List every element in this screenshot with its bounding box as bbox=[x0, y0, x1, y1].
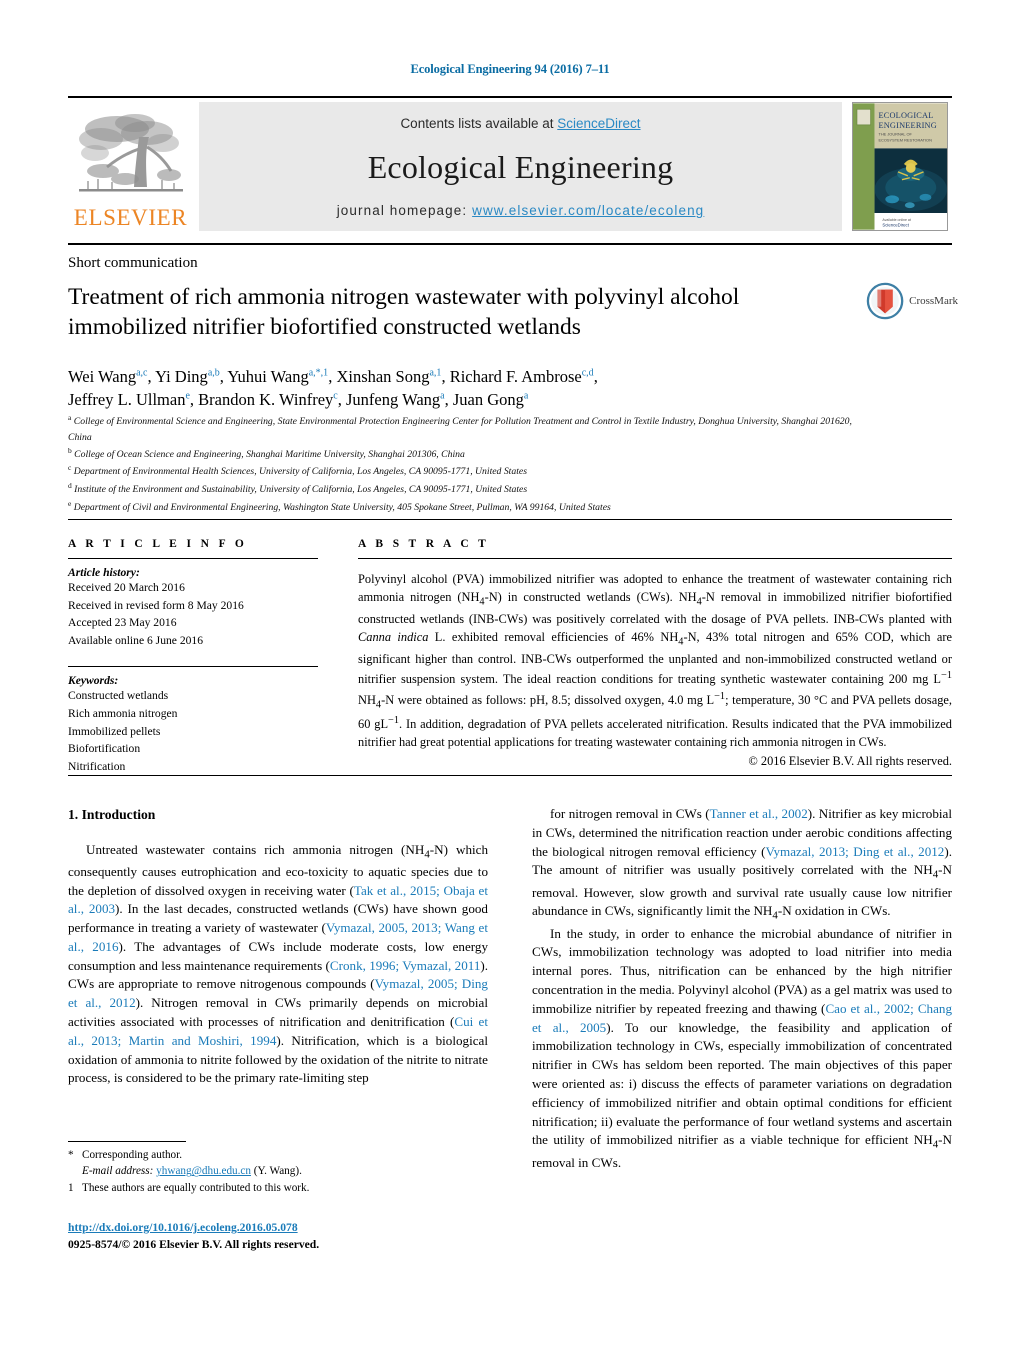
history-item: Received in revised form 8 May 2016 bbox=[68, 598, 244, 612]
footnote-equal-contribution: 1 These authors are equally contributed … bbox=[68, 1180, 488, 1196]
affiliation-item: a College of Environmental Science and E… bbox=[68, 413, 852, 443]
journal-homepage-line: journal homepage: www.elsevier.com/locat… bbox=[337, 203, 705, 218]
doi-link[interactable]: http://dx.doi.org/10.1016/j.ecoleng.2016… bbox=[68, 1221, 298, 1234]
paper-page: Ecological Engineering 94 (2016) 7–11 EL… bbox=[0, 0, 1020, 1351]
footnote-equal-text: These authors are equally contributed to… bbox=[82, 1181, 310, 1194]
keyword-item: Rich ammonia nitrogen bbox=[68, 707, 178, 721]
keyword-item: Constructed wetlands bbox=[68, 689, 169, 703]
footnote-corresponding-text: Corresponding author. bbox=[82, 1149, 183, 1161]
issn-copyright-line: 0925-8574/© 2016 Elsevier B.V. All right… bbox=[68, 1238, 320, 1252]
abstract-copyright: © 2016 Elsevier B.V. All rights reserved… bbox=[748, 754, 952, 769]
footnote-mark-one: 1 bbox=[68, 1181, 74, 1194]
footnote-corresponding: * Corresponding author. bbox=[68, 1147, 488, 1163]
article-info-rule bbox=[68, 558, 318, 559]
masthead-center: Contents lists available at ScienceDirec… bbox=[199, 102, 842, 231]
keywords-label: Keywords: bbox=[68, 674, 119, 688]
elsevier-tree-icon bbox=[78, 114, 183, 192]
history-item: Available online 6 June 2016 bbox=[68, 633, 204, 647]
history-item: Accepted 23 May 2016 bbox=[68, 616, 177, 630]
keyword-item: Biofortification bbox=[68, 742, 141, 756]
affiliation-item: d Institute of the Environment and Susta… bbox=[68, 481, 528, 496]
elsevier-wordmark: ELSEVIER bbox=[73, 205, 188, 230]
article-info-heading: A R T I C L E I N F O bbox=[68, 538, 248, 550]
journal-masthead: ELSEVIER Contents lists available at Sci… bbox=[68, 96, 952, 231]
sciencedirect-link[interactable]: ScienceDirect bbox=[557, 116, 640, 131]
crossmark-label: CrossMark bbox=[909, 295, 958, 307]
svg-text:Available online at: Available online at bbox=[882, 218, 910, 222]
email-suffix: (Y. Wang). bbox=[253, 1165, 302, 1178]
article-history-label: Article history: bbox=[68, 566, 140, 579]
elsevier-logo: ELSEVIER bbox=[68, 102, 193, 231]
history-item: Received 20 March 2016 bbox=[68, 581, 185, 594]
footnote-rule bbox=[68, 1141, 186, 1142]
info-band-top-rule bbox=[68, 519, 952, 520]
body-paragraph: for nitrogen removal in CWs (Tanner et a… bbox=[532, 806, 952, 923]
crossmark-badge[interactable]: CrossMark bbox=[866, 278, 958, 324]
affiliation-list: a College of Environmental Science and E… bbox=[68, 412, 868, 515]
footnote-block: * Corresponding author. E-mail address: … bbox=[68, 1141, 488, 1196]
homepage-prefix: journal homepage: bbox=[336, 203, 473, 218]
svg-text:ENGINEERING: ENGINEERING bbox=[878, 121, 936, 130]
affiliation-item: b College of Ocean Science and Engineeri… bbox=[68, 445, 465, 461]
keywords-rule bbox=[68, 666, 318, 668]
journal-cover-thumbnail-icon: ECOLOGICAL ENGINEERING THE JOURNAL OF EC… bbox=[852, 102, 948, 231]
email-link[interactable]: yhwang@dhu.edu.cn bbox=[156, 1165, 251, 1177]
section-heading-introduction: 1. Introduction bbox=[68, 807, 156, 822]
abstract-column: A B S T R A C T Polyvinyl alcohol (PVA) … bbox=[358, 538, 952, 769]
article-type-divider bbox=[68, 243, 952, 245]
journal-title: Ecological Engineering bbox=[367, 148, 674, 185]
abstract-heading: A B S T R A C T bbox=[358, 538, 490, 550]
affiliation-item: c Department of Environmental Health Sci… bbox=[68, 463, 527, 478]
svg-text:ECOLOGICAL: ECOLOGICAL bbox=[878, 111, 933, 120]
article-info-column: A R T I C L E I N F O Article history: R… bbox=[68, 538, 318, 775]
svg-text:ScienceDirect: ScienceDirect bbox=[882, 223, 909, 228]
footnote-mark-asterisk: * bbox=[68, 1149, 74, 1161]
author-list: Wei Wanga,c, Yi Dinga,b, Yuhui Wanga,*,1… bbox=[68, 365, 898, 411]
svg-text:ECOSYSTEM RESTORATION: ECOSYSTEM RESTORATION bbox=[878, 138, 932, 143]
keywords-block: Keywords: Constructed wetlands Rich ammo… bbox=[68, 666, 318, 775]
body-paragraph: Untreated wastewater contains rich ammon… bbox=[68, 841, 489, 1086]
body-column-right: for nitrogen removal in CWs (Tanner et a… bbox=[532, 805, 952, 1172]
abstract-rule bbox=[358, 558, 952, 559]
contents-prefix: Contents lists available at bbox=[400, 116, 558, 131]
email-label: E-mail address: bbox=[82, 1165, 154, 1178]
keyword-item: Immobilized pellets bbox=[68, 724, 161, 738]
body-paragraph: In the study, in order to enhance the mi… bbox=[532, 925, 953, 1170]
author-line-2: Jeffrey L. Ullmane, Brandon K. Winfreyc,… bbox=[68, 390, 529, 410]
footnote-email: E-mail address: yhwang@dhu.edu.cn (Y. Wa… bbox=[68, 1163, 488, 1179]
running-head: Ecological Engineering 94 (2016) 7–11 bbox=[410, 62, 610, 76]
footer-block: http://dx.doi.org/10.1016/j.ecoleng.2016… bbox=[68, 1219, 498, 1254]
contents-line: Contents lists available at ScienceDirec… bbox=[400, 116, 640, 131]
author-line-1: Wei Wanga,c, Yi Dinga,b, Yuhui Wanga,*,1… bbox=[68, 367, 598, 386]
journal-homepage-link[interactable]: www.elsevier.com/locate/ecoleng bbox=[472, 203, 704, 218]
affiliation-item: e Department of Civil and Environmental … bbox=[68, 498, 611, 513]
crossmark-icon bbox=[866, 282, 904, 320]
journal-cover: ECOLOGICAL ENGINEERING THE JOURNAL OF EC… bbox=[848, 102, 952, 231]
keyword-item: Nitrification bbox=[68, 759, 126, 773]
page-title: Treatment of rich ammonia nitrogen waste… bbox=[68, 284, 740, 340]
article-type-label: Short communication bbox=[68, 255, 198, 271]
svg-text:THE JOURNAL OF: THE JOURNAL OF bbox=[878, 132, 912, 137]
abstract-text: Polyvinyl alcohol (PVA) immobilized nitr… bbox=[358, 572, 953, 749]
body-column-left: 1. Introduction Untreated wastewater con… bbox=[68, 805, 488, 1088]
